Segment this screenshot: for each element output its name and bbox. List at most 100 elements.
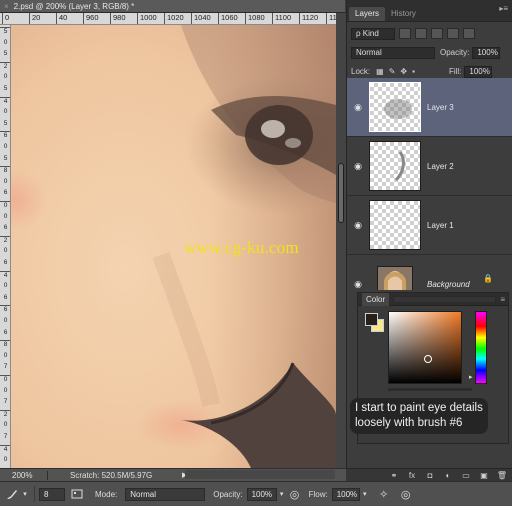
filter-row: ρ Kind (347, 24, 512, 43)
layer-name[interactable]: Layer 3 (427, 103, 454, 112)
ruler-tick-label: 0 (3, 317, 8, 324)
visibility-eye-icon[interactable]: ◉ (347, 161, 369, 172)
blend-mode-select[interactable]: Normal (351, 46, 435, 59)
panel-menu-icon[interactable]: ≡ (500, 295, 505, 304)
brush-panel-icon[interactable] (69, 486, 85, 502)
ruler-tick-label: 0 (0, 375, 10, 383)
ruler-tick-label: 6 (3, 293, 8, 301)
chevron-down-icon[interactable]: ▾ (277, 486, 287, 502)
watermark-text: www.cg-ku.com (184, 238, 299, 257)
new-layer-icon[interactable]: ▣ (478, 471, 490, 480)
fill-label: Fill: (448, 67, 462, 76)
panel-menu-icon[interactable]: ▸≡ (499, 4, 508, 13)
tab-layers[interactable]: Layers (349, 7, 386, 21)
folder-icon[interactable]: ▭ (460, 471, 472, 480)
ruler-tick-label: 7 (3, 433, 8, 440)
ruler-tick-label: 4 (0, 270, 10, 279)
tab-color[interactable]: Color (362, 292, 390, 306)
lock-pixels-icon[interactable]: ✎ (389, 67, 396, 76)
ruler-tick-label: 20 (29, 13, 40, 24)
layer-thumbnail (369, 200, 421, 250)
hue-slider[interactable] (475, 311, 487, 384)
horizontal-ruler[interactable]: 0 20 40 960 980 1000 1020 1040 1060 1080 1100 1120 1… (0, 13, 336, 25)
layer-name[interactable]: Layer 2 (427, 162, 454, 171)
hue-marker-icon[interactable]: ▸ (469, 373, 473, 381)
layer-thumbnail (377, 266, 413, 290)
ruler-tick-label: 2 (0, 409, 10, 418)
shape-filter-icon[interactable] (447, 28, 459, 39)
pressure-size-icon[interactable]: ◎ (398, 486, 414, 502)
image-canvas[interactable]: www.cg-ku.com (11, 25, 336, 468)
document-tab[interactable]: × 2.psd @ 200% (Layer 3, RGB/8) * (0, 0, 345, 13)
visibility-eye-icon[interactable]: ◉ (347, 102, 369, 113)
smart-filter-icon[interactable] (463, 28, 475, 39)
trash-icon[interactable]: 🗑 (496, 471, 508, 480)
foreground-color-swatch[interactable] (365, 313, 378, 326)
layer-row[interactable]: ◉ Layer 3 (347, 78, 512, 137)
ruler-tick-label: 1040 (191, 13, 211, 24)
tab-history[interactable]: History (385, 7, 422, 21)
ruler-tick-label: 980 (110, 13, 126, 24)
color-ramp[interactable] (388, 388, 472, 391)
layer-row[interactable]: ◉ Layer 1 (347, 196, 512, 255)
layer-opacity-input[interactable]: 100% (472, 46, 501, 59)
ruler-tick-label: 960 (83, 13, 99, 24)
layer-row[interactable]: ◉ Layer 2 (347, 137, 512, 196)
brush-size-picker[interactable]: 8 (39, 487, 65, 501)
lock-all-icon[interactable]: ▪ (412, 67, 415, 76)
ruler-tick-label: 1140 (326, 13, 336, 24)
ruler-tick-label: 8 (0, 166, 10, 174)
color-panel-header: Color ≡ (358, 292, 508, 306)
layer-row[interactable]: ◉ Background (347, 255, 512, 290)
type-filter-icon[interactable] (431, 28, 443, 39)
fx-icon[interactable]: fx (406, 471, 418, 480)
filter-kind-select[interactable]: ρ Kind (351, 27, 395, 40)
ruler-tick-label: 1060 (218, 13, 238, 24)
adjustment-filter-icon[interactable] (415, 28, 427, 39)
close-icon[interactable]: × (4, 2, 9, 11)
adjustment-icon[interactable]: ◐ (442, 471, 454, 480)
ruler-tick-label: 4 (0, 96, 10, 105)
flow-input[interactable]: 100% (331, 487, 360, 501)
layers-panel-tabs: Layers History ▸≡ (347, 0, 512, 22)
chevron-down-icon[interactable]: ▾ (20, 486, 30, 502)
ruler-tick-label: 6 (0, 131, 10, 139)
ruler-tick-label: 0 (3, 38, 8, 46)
color-panel-tabbar (393, 295, 497, 303)
mode-select[interactable]: Normal (125, 487, 206, 501)
vertical-ruler[interactable]: 5 0 5 2 0 5 4 0 5 6 0 5 8 0 6 0 0 6 2 0 6 4 0 6 6 0 6 8 0 7 0 0 7 2 0 7 4 0 (0, 25, 11, 468)
saturation-value-field[interactable] (388, 311, 462, 384)
pixel-filter-icon[interactable] (399, 28, 411, 39)
vertical-scrollbar[interactable] (336, 13, 346, 468)
tool-options-bar: ▾ 8 Mode: Normal Opacity: 100% ▾ ◎ Flow:… (0, 481, 512, 506)
layer-thumbnail (369, 141, 421, 191)
ruler-tick-label: 1100 (272, 13, 291, 24)
document-title: 2.psd @ 200% (Layer 3, RGB/8) * (13, 1, 135, 11)
lock-transparency-icon[interactable]: ▦ (376, 67, 384, 76)
ruler-tick-label: 4 (0, 444, 10, 453)
visibility-eye-icon[interactable]: ◉ (347, 220, 369, 231)
ruler-tick-label: 7 (3, 398, 8, 406)
layer-name[interactable]: Layer 1 (427, 221, 454, 230)
horizontal-scrollbar[interactable] (185, 470, 335, 479)
ruler-tick-label: 0 (3, 143, 8, 150)
lock-position-icon[interactable]: ✥ (400, 67, 407, 76)
airbrush-icon[interactable]: ✧ (376, 486, 392, 502)
fill-input[interactable]: 100% (464, 65, 493, 78)
ruler-tick-label: 2 (0, 61, 10, 70)
mask-icon[interactable]: ◘ (424, 471, 436, 480)
ruler-tick-label: 6 (3, 189, 8, 197)
opacity-input[interactable]: 100% (246, 487, 277, 501)
ruler-tick-label: 6 (3, 328, 8, 336)
link-icon[interactable]: ⚭ (388, 471, 400, 480)
ruler-tick-label: 1000 (137, 13, 157, 24)
visibility-eye-icon[interactable]: ◉ (347, 279, 369, 290)
layer-name[interactable]: Background (427, 280, 470, 289)
lock-icon: 🔒 (483, 274, 493, 283)
scroll-thumb[interactable] (338, 163, 344, 223)
chevron-down-icon[interactable]: ▾ (360, 486, 370, 502)
brush-tool-icon[interactable] (4, 486, 20, 502)
pressure-opacity-icon[interactable]: ◎ (287, 486, 303, 502)
color-picker-cursor[interactable] (424, 355, 432, 363)
zoom-level[interactable]: 200% (0, 470, 48, 480)
